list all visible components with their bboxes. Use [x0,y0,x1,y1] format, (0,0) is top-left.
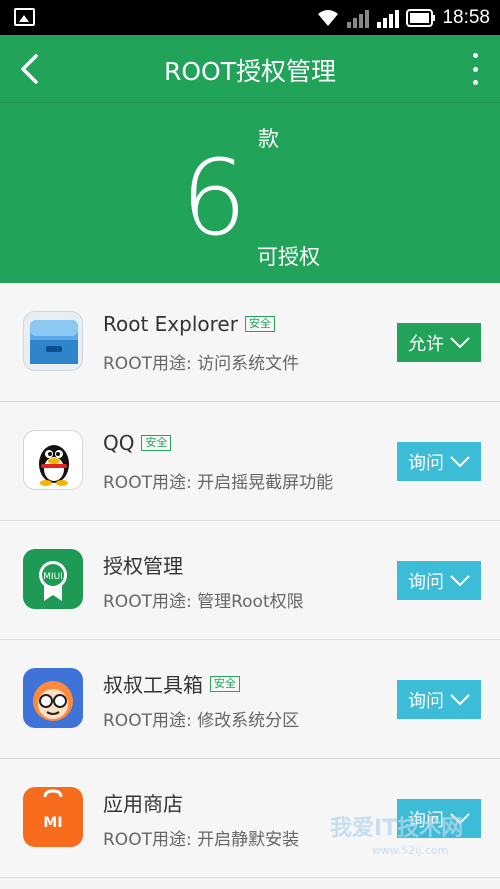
miui-badge-text: MIUI [43,572,63,582]
app-name: 应用商店 [103,792,183,816]
mi-store-icon: MI [23,787,83,847]
summary-caption: 可授权 [257,245,320,269]
root-purpose: ROOT用途: 开启静默安装 [103,830,300,850]
chevron-down-icon [450,336,470,348]
root-purpose: ROOT用途: 开启摇晃截屏功能 [103,473,334,493]
chevron-down-icon [450,693,470,705]
more-options-icon[interactable] [470,53,480,85]
app-row-qq[interactable]: QQ 安全 ROOT用途: 开启摇晃截屏功能 询问 [0,402,500,521]
app-name: 叔叔工具箱 安全 [103,669,240,698]
summary-panel: 款 6 可授权 [0,102,500,283]
app-name: QQ 安全 [103,431,172,455]
safe-badge: 安全 [141,435,172,451]
wifi-icon [318,10,339,26]
miui-badge-icon: MIUI [23,549,83,609]
battery-icon [406,9,436,27]
file-manager-icon [23,311,83,371]
permission-dropdown[interactable]: 询问 [397,561,481,600]
signal-icon-1 [347,10,370,28]
toolbox-face-icon [23,668,83,728]
summary-unit: 款 [258,127,279,151]
page-title: ROOT授权管理 [164,57,336,86]
chevron-down-icon [450,455,470,467]
gallery-notification-icon [14,8,35,26]
permission-dropdown[interactable]: 询问 [397,442,481,481]
clock: 18:58 [442,7,490,28]
signal-icon-2 [377,10,400,28]
qq-penguin-icon [23,430,83,490]
app-name: Root Explorer 安全 [103,312,275,336]
root-purpose: ROOT用途: 访问系统文件 [103,354,300,374]
root-purpose: ROOT用途: 管理Root权限 [103,592,304,612]
app-row-toolbox[interactable]: 叔叔工具箱 安全 ROOT用途: 修改系统分区 询问 [0,640,500,759]
safe-badge: 安全 [210,675,240,692]
site-watermark: 我爱IT技术网 www.52ij.com [330,816,464,857]
permission-dropdown[interactable]: 询问 [397,680,481,719]
status-icons: 18:58 [316,6,490,30]
app-row-authorization-manager[interactable]: MIUI 授权管理 ROOT用途: 管理Root权限 询问 [0,521,500,640]
mi-store-text: MI [43,815,62,831]
app-name: 授权管理 [103,554,183,578]
authorizable-count: 6 [180,137,248,259]
chevron-down-icon [450,574,470,586]
safe-badge: 安全 [244,316,275,332]
root-purpose: ROOT用途: 修改系统分区 [103,711,300,731]
app-row-root-explorer[interactable]: Root Explorer 安全 ROOT用途: 访问系统文件 允许 [0,283,500,402]
app-list: Root Explorer 安全 ROOT用途: 访问系统文件 允许 QQ 安全 R… [0,283,500,878]
status-bar: 18:58 [0,0,500,35]
title-bar: ROOT授权管理 [0,35,500,102]
permission-dropdown[interactable]: 允许 [397,323,481,362]
